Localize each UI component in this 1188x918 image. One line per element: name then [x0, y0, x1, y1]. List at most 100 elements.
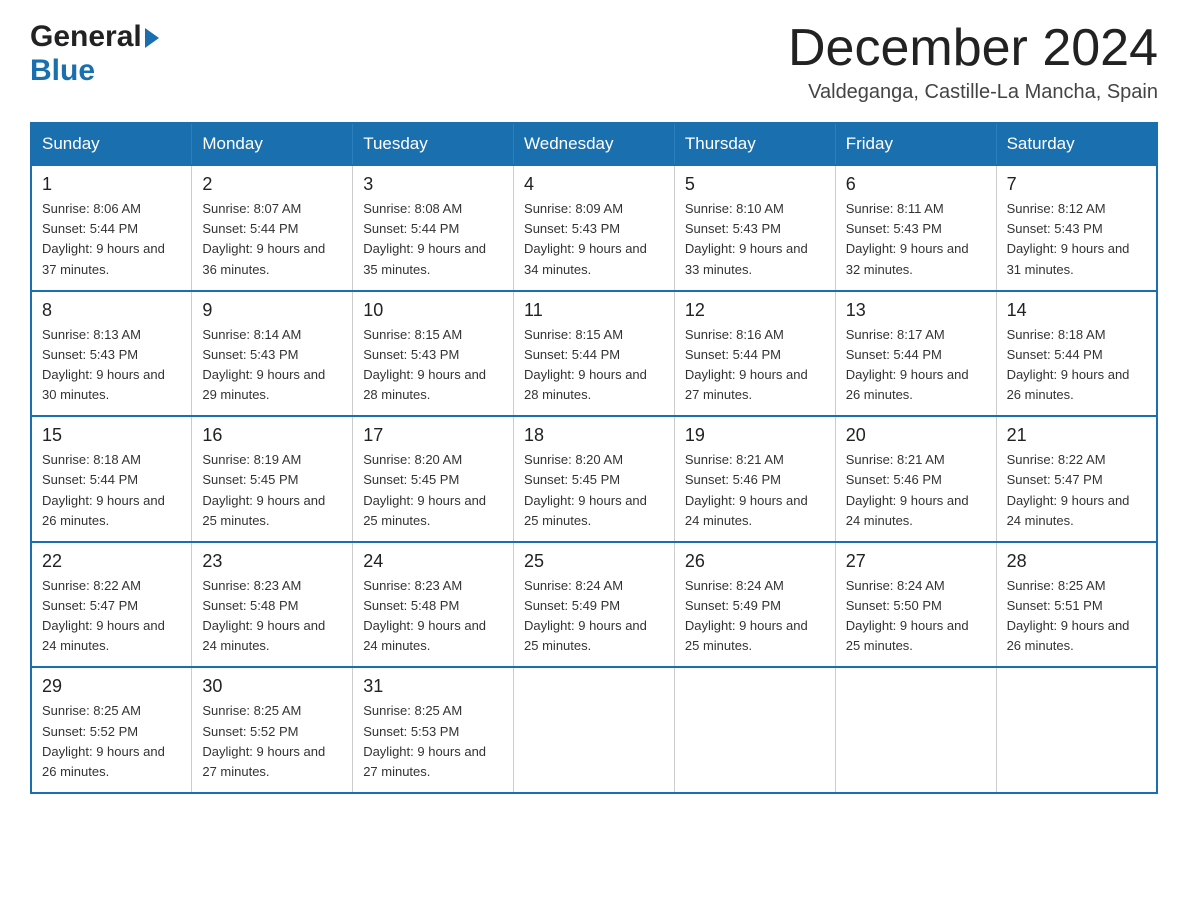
calendar-day-cell: 16Sunrise: 8:19 AMSunset: 5:45 PMDayligh… [192, 416, 353, 542]
day-info: Sunrise: 8:09 AMSunset: 5:43 PMDaylight:… [524, 199, 664, 280]
day-number: 11 [524, 300, 664, 321]
day-info: Sunrise: 8:25 AMSunset: 5:51 PMDaylight:… [1007, 576, 1146, 657]
calendar-day-cell: 27 Sunrise: 8:24 AMSunset: 5:50 PMDayligh… [835, 542, 996, 668]
day-info: Sunrise: 8:14 AMSunset: 5:43 PMDaylight:… [202, 325, 342, 406]
day-number: 21 [1007, 425, 1146, 446]
day-number: 14 [1007, 300, 1146, 321]
day-number: 29 [42, 676, 181, 697]
logo: General Blue [30, 20, 159, 88]
day-number: 1 [42, 174, 181, 195]
day-number: 2 [202, 174, 342, 195]
calendar-day-cell [996, 667, 1157, 793]
calendar-day-cell: 18 Sunrise: 8:20 AMSunset: 5:45 PMDayligh… [514, 416, 675, 542]
location-subtitle: Valdeganga, Castille-La Mancha, Spain [788, 81, 1158, 104]
day-number: 13 [846, 300, 986, 321]
calendar-table: Sunday Monday Tuesday Wednesday Thursday… [30, 122, 1158, 794]
calendar-day-cell: 13 Sunrise: 8:17 AMSunset: 5:44 PMDayligh… [835, 291, 996, 417]
weekday-header-row: Sunday Monday Tuesday Wednesday Thursday… [31, 123, 1157, 165]
calendar-day-cell [835, 667, 996, 793]
day-number: 10 [363, 300, 503, 321]
calendar-day-cell: 31Sunrise: 8:25 AMSunset: 5:53 PMDayligh… [353, 667, 514, 793]
day-info: Sunrise: 8:25 AMSunset: 5:52 PMDaylight:… [202, 701, 342, 782]
day-info: Sunrise: 8:24 AMSunset: 5:49 PMDaylight:… [685, 576, 825, 657]
logo-arrow-icon [145, 28, 159, 48]
calendar-day-cell: 23Sunrise: 8:23 AMSunset: 5:48 PMDayligh… [192, 542, 353, 668]
calendar-day-cell [674, 667, 835, 793]
calendar-day-cell: 14 Sunrise: 8:18 AMSunset: 5:44 PMDayligh… [996, 291, 1157, 417]
calendar-day-cell [514, 667, 675, 793]
header-friday: Friday [835, 123, 996, 165]
day-info: Sunrise: 8:23 AMSunset: 5:48 PMDaylight:… [363, 576, 503, 657]
calendar-day-cell: 22 Sunrise: 8:22 AMSunset: 5:47 PMDayligh… [31, 542, 192, 668]
day-number: 4 [524, 174, 664, 195]
calendar-day-cell: 28 Sunrise: 8:25 AMSunset: 5:51 PMDayligh… [996, 542, 1157, 668]
day-number: 15 [42, 425, 181, 446]
day-number: 16 [202, 425, 342, 446]
day-number: 8 [42, 300, 181, 321]
day-info: Sunrise: 8:18 AMSunset: 5:44 PMDaylight:… [42, 450, 181, 531]
logo-general-text: General [30, 20, 142, 54]
calendar-day-cell: 8 Sunrise: 8:13 AMSunset: 5:43 PMDaylight… [31, 291, 192, 417]
day-info: Sunrise: 8:21 AMSunset: 5:46 PMDaylight:… [846, 450, 986, 531]
day-info: Sunrise: 8:11 AMSunset: 5:43 PMDaylight:… [846, 199, 986, 280]
calendar-day-cell: 30Sunrise: 8:25 AMSunset: 5:52 PMDayligh… [192, 667, 353, 793]
calendar-day-cell: 24 Sunrise: 8:23 AMSunset: 5:48 PMDayligh… [353, 542, 514, 668]
day-info: Sunrise: 8:21 AMSunset: 5:46 PMDaylight:… [685, 450, 825, 531]
day-info: Sunrise: 8:24 AMSunset: 5:49 PMDaylight:… [524, 576, 664, 657]
calendar-day-cell: 4 Sunrise: 8:09 AMSunset: 5:43 PMDaylight… [514, 165, 675, 291]
day-info: Sunrise: 8:10 AMSunset: 5:43 PMDaylight:… [685, 199, 825, 280]
header-tuesday: Tuesday [353, 123, 514, 165]
calendar-day-cell: 10 Sunrise: 8:15 AMSunset: 5:43 PMDayligh… [353, 291, 514, 417]
calendar-day-cell: 17Sunrise: 8:20 AMSunset: 5:45 PMDayligh… [353, 416, 514, 542]
day-number: 27 [846, 551, 986, 572]
day-info: Sunrise: 8:22 AMSunset: 5:47 PMDaylight:… [42, 576, 181, 657]
calendar-week-row: 8 Sunrise: 8:13 AMSunset: 5:43 PMDaylight… [31, 291, 1157, 417]
day-info: Sunrise: 8:12 AMSunset: 5:43 PMDaylight:… [1007, 199, 1146, 280]
calendar-day-cell: 11 Sunrise: 8:15 AMSunset: 5:44 PMDayligh… [514, 291, 675, 417]
day-number: 9 [202, 300, 342, 321]
calendar-week-row: 29 Sunrise: 8:25 AMSunset: 5:52 PMDayligh… [31, 667, 1157, 793]
header-thursday: Thursday [674, 123, 835, 165]
calendar-week-row: 22 Sunrise: 8:22 AMSunset: 5:47 PMDayligh… [31, 542, 1157, 668]
calendar-day-cell: 15 Sunrise: 8:18 AMSunset: 5:44 PMDayligh… [31, 416, 192, 542]
day-info: Sunrise: 8:23 AMSunset: 5:48 PMDaylight:… [202, 576, 342, 657]
day-number: 19 [685, 425, 825, 446]
calendar-day-cell: 2 Sunrise: 8:07 AMSunset: 5:44 PMDaylight… [192, 165, 353, 291]
day-info: Sunrise: 8:15 AMSunset: 5:43 PMDaylight:… [363, 325, 503, 406]
day-info: Sunrise: 8:15 AMSunset: 5:44 PMDaylight:… [524, 325, 664, 406]
day-number: 6 [846, 174, 986, 195]
calendar-day-cell: 7 Sunrise: 8:12 AMSunset: 5:43 PMDaylight… [996, 165, 1157, 291]
day-number: 5 [685, 174, 825, 195]
day-info: Sunrise: 8:18 AMSunset: 5:44 PMDaylight:… [1007, 325, 1146, 406]
title-area: December 2024 Valdeganga, Castille-La Ma… [788, 20, 1158, 104]
day-info: Sunrise: 8:20 AMSunset: 5:45 PMDaylight:… [524, 450, 664, 531]
day-number: 28 [1007, 551, 1146, 572]
calendar-day-cell: 29Sunrise: 8:25 AMSunset: 5:52 PMDayligh… [31, 667, 192, 793]
header-saturday: Saturday [996, 123, 1157, 165]
header-monday: Monday [192, 123, 353, 165]
month-title: December 2024 [788, 20, 1158, 77]
day-number: 12 [685, 300, 825, 321]
day-number: 22 [42, 551, 181, 572]
calendar-day-cell: 5 Sunrise: 8:10 AMSunset: 5:43 PMDaylight… [674, 165, 835, 291]
calendar-day-cell: 6 Sunrise: 8:11 AMSunset: 5:43 PMDaylight… [835, 165, 996, 291]
day-number: 20 [846, 425, 986, 446]
day-number: 7 [1007, 174, 1146, 195]
day-info: Sunrise: 8:13 AMSunset: 5:43 PMDaylight:… [42, 325, 181, 406]
calendar-day-cell: 26Sunrise: 8:24 AMSunset: 5:49 PMDayligh… [674, 542, 835, 668]
day-info: Sunrise: 8:22 AMSunset: 5:47 PMDaylight:… [1007, 450, 1146, 531]
day-info: Sunrise: 8:16 AMSunset: 5:44 PMDaylight:… [685, 325, 825, 406]
day-info: Sunrise: 8:25 AMSunset: 5:53 PMDaylight:… [363, 701, 503, 782]
day-number: 25 [524, 551, 664, 572]
logo-blue-text: Blue [30, 54, 95, 87]
day-info: Sunrise: 8:17 AMSunset: 5:44 PMDaylight:… [846, 325, 986, 406]
day-number: 3 [363, 174, 503, 195]
calendar-day-cell: 3Sunrise: 8:08 AMSunset: 5:44 PMDaylight… [353, 165, 514, 291]
day-number: 18 [524, 425, 664, 446]
calendar-week-row: 1Sunrise: 8:06 AMSunset: 5:44 PMDaylight… [31, 165, 1157, 291]
day-number: 24 [363, 551, 503, 572]
day-info: Sunrise: 8:24 AMSunset: 5:50 PMDaylight:… [846, 576, 986, 657]
calendar-day-cell: 19 Sunrise: 8:21 AMSunset: 5:46 PMDayligh… [674, 416, 835, 542]
day-info: Sunrise: 8:07 AMSunset: 5:44 PMDaylight:… [202, 199, 342, 280]
calendar-day-cell: 21 Sunrise: 8:22 AMSunset: 5:47 PMDayligh… [996, 416, 1157, 542]
